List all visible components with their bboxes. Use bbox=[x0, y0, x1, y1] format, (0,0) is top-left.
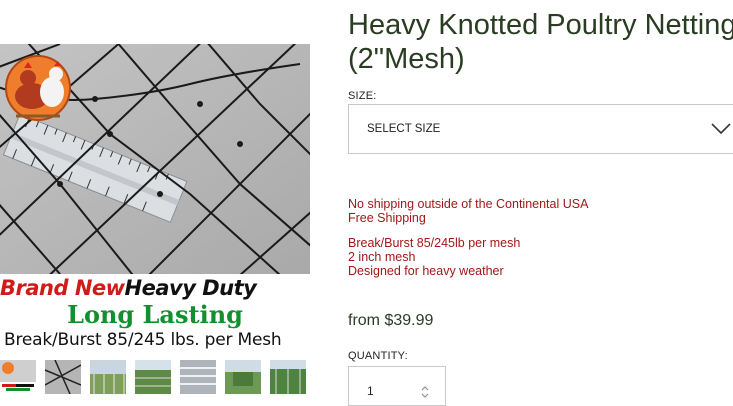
stepper-arrows-icon[interactable] bbox=[419, 384, 431, 400]
caption-green-text: Long Lasting bbox=[67, 300, 243, 329]
netting-photo bbox=[0, 44, 310, 274]
main-product-image[interactable]: Brand NewHeavy Duty Long Lasting Break/B… bbox=[0, 44, 310, 356]
shipping-line-1: No shipping outside of the Continental U… bbox=[348, 197, 589, 211]
shipping-notice: No shipping outside of the Continental U… bbox=[348, 197, 588, 225]
caption-black-text: Heavy Duty bbox=[124, 276, 257, 300]
thumbnail-3[interactable] bbox=[90, 360, 126, 394]
thumbnail-2[interactable] bbox=[45, 360, 81, 394]
chevron-down-icon bbox=[711, 123, 731, 135]
size-label: SIZE: bbox=[348, 90, 377, 102]
image-caption: Brand NewHeavy Duty Long Lasting Break/B… bbox=[0, 274, 310, 356]
caption-red-text: Brand New bbox=[0, 276, 125, 300]
details-line-1: Break/Burst 85/245lb per mesh bbox=[348, 236, 521, 250]
quantity-label: QUANTITY: bbox=[348, 350, 408, 362]
product-title: Heavy Knotted Poultry Netting (2"Mesh) bbox=[348, 9, 733, 75]
thumbnail-6[interactable] bbox=[225, 360, 261, 394]
thumbnail-4[interactable] bbox=[135, 360, 171, 394]
details-line-3: Designed for heavy weather bbox=[348, 264, 504, 278]
thumbnail-1[interactable] bbox=[0, 360, 36, 394]
thumbnail-5[interactable] bbox=[180, 360, 216, 394]
product-details: Break/Burst 85/245lb per mesh 2 inch mes… bbox=[348, 236, 520, 278]
product-gallery: Brand NewHeavy Duty Long Lasting Break/B… bbox=[0, 0, 330, 400]
size-select[interactable]: SELECT SIZE bbox=[348, 104, 733, 154]
quantity-stepper[interactable]: 1 bbox=[348, 366, 446, 406]
thumbnail-strip bbox=[0, 360, 330, 396]
price: from $39.99 bbox=[348, 312, 434, 329]
thumbnail-7[interactable] bbox=[270, 360, 306, 394]
shipping-line-2: Free Shipping bbox=[348, 211, 426, 225]
caption-bottom-text: Break/Burst 85/245 lbs. per Mesh bbox=[4, 330, 282, 350]
details-line-2: 2 inch mesh bbox=[348, 250, 416, 264]
chicken-logo bbox=[5, 55, 71, 121]
size-select-value: SELECT SIZE bbox=[367, 123, 441, 135]
quantity-value: 1 bbox=[367, 384, 374, 398]
